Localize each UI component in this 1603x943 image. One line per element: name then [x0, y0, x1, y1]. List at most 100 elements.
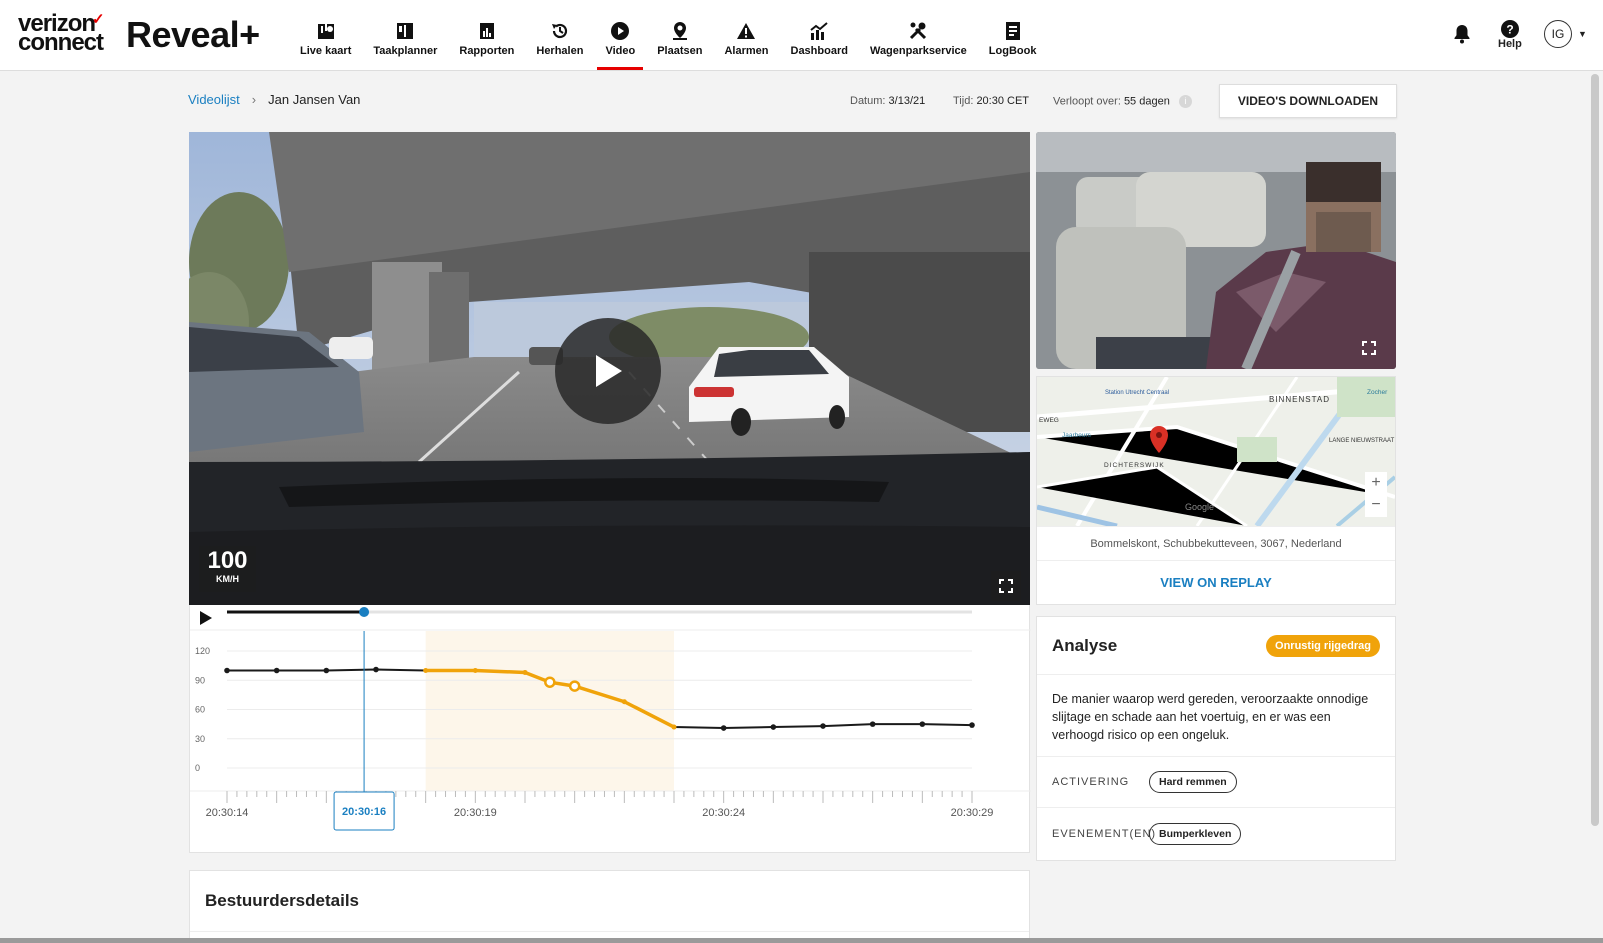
- divider: [190, 931, 1029, 932]
- progress-handle[interactable]: [359, 607, 370, 617]
- chevron-down-icon[interactable]: ▼: [1578, 29, 1587, 39]
- brand-line2: connect: [18, 29, 104, 56]
- data-point: [770, 724, 777, 730]
- cabin-scene-illustration: [1036, 132, 1396, 369]
- alerts-icon: [736, 20, 756, 42]
- playback-panel: 120 90 60 30 0 20:30:14 20:30:19 20:30:24 20:30:…: [189, 605, 1031, 853]
- location-address: Bommelskont, Schubbekutteveen, 3067, Ned…: [1037, 526, 1395, 560]
- view-on-replay-link[interactable]: VIEW ON REPLAY: [1037, 560, 1395, 604]
- events-row: EVENEMENT(EN) Bumperkleven: [1037, 808, 1395, 859]
- nav-item-plaatsen[interactable]: Plaatsen: [649, 0, 710, 70]
- speed-value: 100: [207, 547, 248, 574]
- nav-item-video[interactable]: Video: [597, 0, 644, 70]
- activation-row: ACTIVERING Hard remmen: [1037, 757, 1395, 808]
- map-label: DICHTERSWIJK: [1104, 462, 1165, 469]
- nav-item-label: Live kaart: [300, 44, 352, 57]
- x-tick-label: 20:30:24: [702, 807, 745, 819]
- driver-details-title: Bestuurdersdetails: [205, 891, 359, 910]
- nav-item-herhalen[interactable]: Herhalen: [528, 0, 591, 70]
- play-button[interactable]: [200, 611, 212, 625]
- product-name: Reveal+: [126, 14, 260, 55]
- live-map-icon: [316, 20, 336, 42]
- video-icon: [610, 20, 630, 42]
- x-tick-label: 20:30:14: [206, 807, 249, 819]
- nav-item-dashboard[interactable]: Dashboard: [783, 0, 856, 70]
- data-point: [820, 723, 826, 729]
- event-highlight-band: [425, 631, 674, 791]
- data-point: [423, 668, 429, 673]
- nav-item-label: Dashboard: [790, 44, 848, 57]
- data-point: [919, 721, 926, 727]
- play-video-button[interactable]: [555, 318, 661, 424]
- date-meta: Datum: 3/13/21: [850, 95, 925, 107]
- date-value: 3/13/21: [888, 95, 926, 107]
- download-videos-button[interactable]: VIDEO'S DOWNLOADEN: [1219, 84, 1397, 118]
- front-camera-video[interactable]: [189, 132, 1030, 605]
- activation-tag: Hard remmen: [1149, 771, 1237, 793]
- nav-item-wagenparkservice[interactable]: Wagenparkservice: [862, 0, 975, 70]
- fleet-service-icon: [908, 20, 928, 42]
- info-icon[interactable]: i: [1178, 95, 1192, 108]
- behavior-badge: Onrustig rijgedrag: [1266, 634, 1380, 657]
- expires-value: 55 dagen: [1123, 95, 1170, 108]
- event-point[interactable]: [568, 680, 581, 692]
- expires-label: Verloopt over:: [1053, 95, 1121, 108]
- help-button[interactable]: ? Help: [1498, 20, 1522, 50]
- user-avatar[interactable]: IG: [1544, 20, 1572, 48]
- time-value: 20:30 CET: [976, 95, 1030, 107]
- data-point: [472, 668, 478, 673]
- data-point: [720, 725, 727, 731]
- fullscreen-icon: [999, 579, 1013, 593]
- time-meta: Tijd: 20:30 CET: [953, 95, 1029, 107]
- y-tick-label: 30: [195, 734, 205, 744]
- fullscreen-front-button[interactable]: [991, 571, 1021, 601]
- places-icon: [670, 20, 690, 42]
- window-bottom-edge: [0, 938, 1603, 943]
- help-icon: ?: [1500, 20, 1519, 38]
- nav-item-label: LogBook: [988, 44, 1037, 57]
- play-icon: [596, 355, 622, 387]
- data-point: [522, 669, 528, 675]
- analysis-header: Analyse Onrustig rijgedrag: [1037, 617, 1395, 675]
- nav-item-rapporten[interactable]: Rapporten: [451, 0, 522, 70]
- zoom-in-button[interactable]: +: [1365, 472, 1387, 494]
- dashboard-icon: [809, 20, 829, 42]
- nav-item-logbook[interactable]: LogBook: [981, 0, 1045, 70]
- data-point: [671, 724, 677, 730]
- nav-item-alarmen[interactable]: Alarmen: [716, 0, 776, 70]
- nav-item-label: Taakplanner: [373, 44, 438, 57]
- x-tick-label: 20:30:29: [951, 807, 994, 819]
- speed-chart[interactable]: 120 90 60 30 0 20:30:14 20:30:19 20:30:24 20:30:…: [190, 605, 1031, 853]
- current-time-label: 20:30:16: [342, 806, 386, 818]
- y-tick-label: 90: [195, 675, 205, 685]
- verizon-connect-logo[interactable]: verizon connect ✓: [18, 11, 105, 56]
- event-point[interactable]: [544, 676, 556, 688]
- expires-meta: Verloopt over: 55 dagen i: [1053, 95, 1192, 108]
- y-tick-label: 0: [195, 763, 200, 773]
- replay-icon: [550, 20, 570, 42]
- y-tick-label: 120: [195, 646, 210, 656]
- nav-item-taakplanner[interactable]: Taakplanner: [365, 0, 445, 70]
- data-point: [323, 667, 330, 674]
- breadcrumb-videolijst-link[interactable]: Videolijst: [188, 92, 240, 107]
- svg-text:?: ?: [1506, 23, 1513, 37]
- activation-label: ACTIVERING: [1052, 776, 1130, 788]
- breadcrumb: Videolijst › Jan Jansen Van: [188, 92, 360, 107]
- fullscreen-icon: [1362, 341, 1376, 355]
- logbook-icon: [1003, 20, 1023, 42]
- data-point: [621, 699, 627, 705]
- event-tag: Bumperkleven: [1149, 822, 1242, 845]
- task-planner-icon: [395, 20, 415, 42]
- reports-icon: [477, 20, 497, 42]
- fullscreen-cabin-button[interactable]: [1356, 335, 1382, 361]
- driver-details-card: Bestuurdersdetails: [189, 870, 1030, 943]
- cabin-camera-video[interactable]: [1036, 132, 1396, 369]
- nav-item-live-kaart[interactable]: Live kaart: [292, 0, 359, 70]
- notifications-bell-icon[interactable]: [1453, 24, 1471, 49]
- zoom-out-button[interactable]: −: [1365, 494, 1387, 516]
- page-scrollbar[interactable]: [1591, 74, 1599, 826]
- date-label: Datum:: [850, 95, 886, 107]
- speed-overlay: 100 KM/H: [199, 546, 256, 592]
- analysis-card: Analyse Onrustig rijgedrag De manier waa…: [1036, 616, 1396, 861]
- location-map[interactable]: BINNENSTAD DICHTERSWIJK LANGE NIEUWSTRAA…: [1037, 377, 1395, 526]
